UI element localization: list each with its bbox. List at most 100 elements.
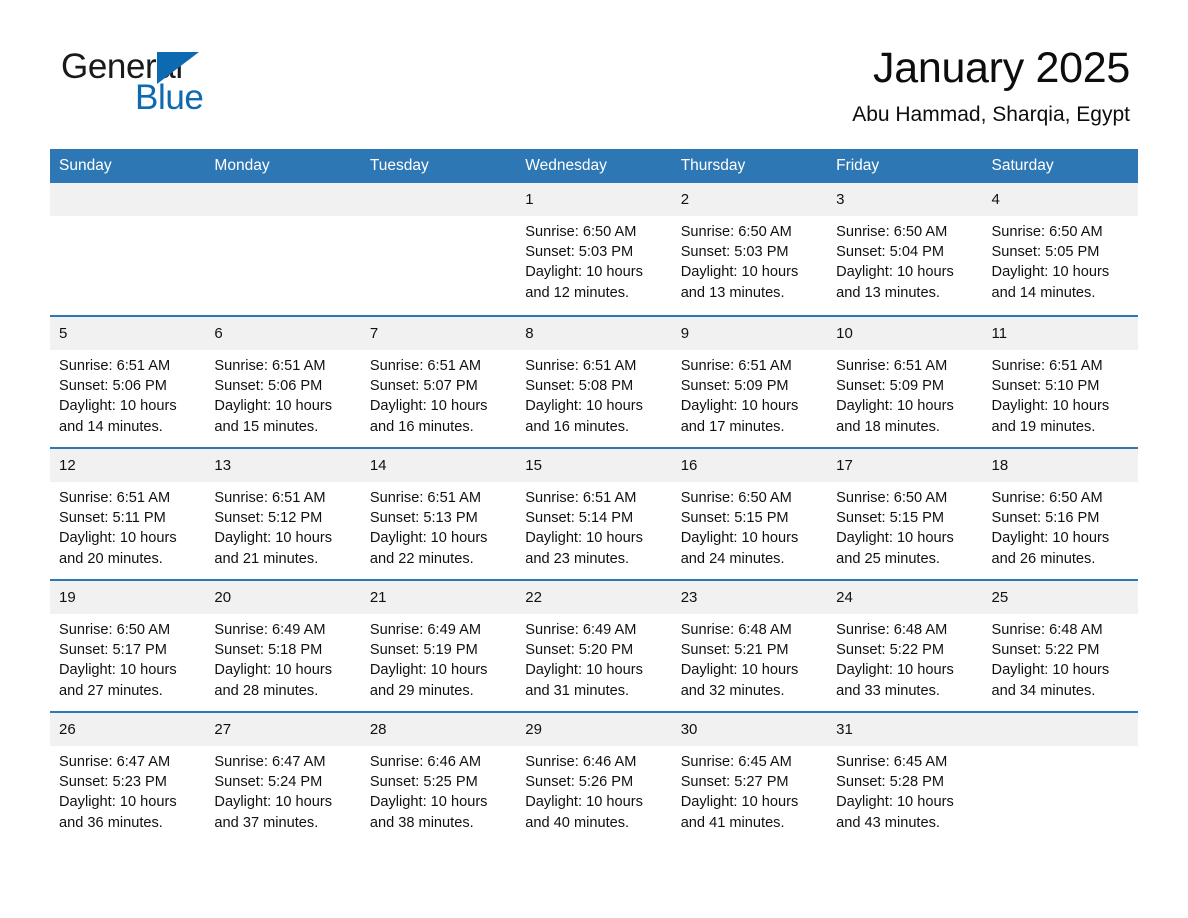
day-number: 13 (205, 448, 361, 482)
day-cell: 31 Sunrise: 6:45 AM Sunset: 5:28 PM Dayl… (827, 710, 983, 843)
day-sun-info: Sunrise: 6:50 AM Sunset: 5:15 PM Dayligh… (836, 489, 954, 567)
day-sun-info: Sunrise: 6:51 AM Sunset: 5:09 PM Dayligh… (680, 357, 799, 435)
day-number: 24 (827, 580, 983, 614)
day-cell: 23 Sunrise: 6:48 AM Sunset: 5:21 PM Dayl… (671, 578, 828, 711)
day-number: 27 (205, 712, 361, 746)
day-sun-info: Sunrise: 6:50 AM Sunset: 5:16 PM Dayligh… (991, 489, 1110, 567)
day-number: 14 (360, 448, 517, 482)
day-number: 7 (360, 316, 517, 350)
day-cell: 5 Sunrise: 6:51 AM Sunset: 5:06 PM Dayli… (50, 314, 206, 447)
day-number: 4 (982, 182, 1138, 216)
weekday-header-friday: Friday (827, 149, 983, 183)
day-sun-info: Sunrise: 6:50 AM Sunset: 5:17 PM Dayligh… (59, 621, 177, 699)
day-sun-info (50, 216, 205, 222)
week-row: 1 Sunrise: 6:50 AM Sunset: 5:03 PM Dayli… (50, 182, 1138, 315)
day-cell: 29 Sunrise: 6:46 AM Sunset: 5:26 PM Dayl… (516, 710, 672, 843)
day-cell: 15 Sunrise: 6:51 AM Sunset: 5:14 PM Dayl… (516, 446, 672, 579)
day-cell: 24 Sunrise: 6:48 AM Sunset: 5:22 PM Dayl… (827, 578, 983, 711)
day-sun-info: Sunrise: 6:51 AM Sunset: 5:10 PM Dayligh… (991, 357, 1110, 435)
weekday-header-saturday: Saturday (982, 149, 1138, 183)
day-number: 21 (360, 580, 517, 614)
day-cell: 8 Sunrise: 6:51 AM Sunset: 5:08 PM Dayli… (516, 314, 672, 447)
day-cell: 14 Sunrise: 6:51 AM Sunset: 5:13 PM Dayl… (360, 446, 517, 579)
day-cell: 25 Sunrise: 6:48 AM Sunset: 5:22 PM Dayl… (982, 578, 1138, 711)
day-sun-info (983, 746, 1138, 752)
day-sun-info: Sunrise: 6:49 AM Sunset: 5:20 PM Dayligh… (525, 621, 643, 699)
day-sun-info: Sunrise: 6:51 AM Sunset: 5:13 PM Dayligh… (369, 489, 488, 567)
day-cell: 2 Sunrise: 6:50 AM Sunset: 5:03 PM Dayli… (671, 182, 828, 315)
day-cell (50, 182, 206, 315)
general-blue-logo: General Blue (58, 42, 288, 117)
day-cell: 22 Sunrise: 6:49 AM Sunset: 5:20 PM Dayl… (516, 578, 672, 711)
day-cell: 18 Sunrise: 6:50 AM Sunset: 5:16 PM Dayl… (982, 446, 1138, 579)
day-number: 22 (516, 580, 672, 614)
day-sun-info: Sunrise: 6:46 AM Sunset: 5:26 PM Dayligh… (525, 753, 643, 831)
week-row: 5 Sunrise: 6:51 AM Sunset: 5:06 PM Dayli… (50, 314, 1138, 447)
day-cell (360, 182, 517, 315)
day-cell: 11 Sunrise: 6:51 AM Sunset: 5:10 PM Dayl… (982, 314, 1138, 447)
day-sun-info: Sunrise: 6:51 AM Sunset: 5:08 PM Dayligh… (525, 357, 643, 435)
weekday-header-row: Sunday Monday Tuesday Wednesday Thursday… (50, 149, 1138, 183)
week-row: 26 Sunrise: 6:47 AM Sunset: 5:23 PM Dayl… (50, 710, 1138, 843)
day-number: 10 (827, 316, 983, 350)
day-number: 18 (982, 448, 1138, 482)
day-number: 31 (827, 712, 983, 746)
day-cell: 16 Sunrise: 6:50 AM Sunset: 5:15 PM Dayl… (671, 446, 828, 579)
day-sun-info: Sunrise: 6:50 AM Sunset: 5:15 PM Dayligh… (680, 489, 799, 567)
day-cell: 27 Sunrise: 6:47 AM Sunset: 5:24 PM Dayl… (205, 710, 361, 843)
day-number: 23 (671, 580, 828, 614)
day-number: 26 (50, 712, 206, 746)
day-sun-info: Sunrise: 6:50 AM Sunset: 5:03 PM Dayligh… (680, 223, 799, 301)
page-header: General Blue January 2025 Abu Hammad, Sh… (0, 0, 1188, 127)
day-sun-info (205, 216, 360, 222)
day-sun-info: Sunrise: 6:50 AM Sunset: 5:05 PM Dayligh… (991, 223, 1110, 301)
day-number: 16 (671, 448, 828, 482)
day-cell: 17 Sunrise: 6:50 AM Sunset: 5:15 PM Dayl… (827, 446, 983, 579)
day-sun-info: Sunrise: 6:48 AM Sunset: 5:21 PM Dayligh… (680, 621, 799, 699)
day-sun-info: Sunrise: 6:49 AM Sunset: 5:18 PM Dayligh… (214, 621, 333, 699)
day-number: 11 (982, 316, 1138, 350)
day-sun-info: Sunrise: 6:46 AM Sunset: 5:25 PM Dayligh… (369, 753, 488, 831)
day-number: 28 (360, 712, 517, 746)
day-cell: 30 Sunrise: 6:45 AM Sunset: 5:27 PM Dayl… (671, 710, 828, 843)
day-number: 19 (50, 580, 206, 614)
logo-text-blue: Blue (135, 78, 204, 117)
day-number (360, 182, 517, 216)
day-sun-info: Sunrise: 6:50 AM Sunset: 5:03 PM Dayligh… (525, 223, 643, 301)
day-sun-info: Sunrise: 6:48 AM Sunset: 5:22 PM Dayligh… (991, 621, 1110, 699)
day-cell (205, 182, 361, 315)
day-cell: 21 Sunrise: 6:49 AM Sunset: 5:19 PM Dayl… (360, 578, 517, 711)
day-number: 8 (516, 316, 672, 350)
day-number: 25 (982, 580, 1138, 614)
day-cell: 12 Sunrise: 6:51 AM Sunset: 5:11 PM Dayl… (50, 446, 206, 579)
day-sun-info: Sunrise: 6:51 AM Sunset: 5:06 PM Dayligh… (59, 357, 177, 435)
day-number: 2 (671, 182, 828, 216)
day-cell: 28 Sunrise: 6:46 AM Sunset: 5:25 PM Dayl… (360, 710, 517, 843)
calendar-page: General Blue January 2025 Abu Hammad, Sh… (0, 0, 1188, 918)
day-cell: 10 Sunrise: 6:51 AM Sunset: 5:09 PM Dayl… (827, 314, 983, 447)
day-number: 3 (827, 182, 983, 216)
week-row: 12 Sunrise: 6:51 AM Sunset: 5:11 PM Dayl… (50, 446, 1138, 579)
weekday-header-wednesday: Wednesday (516, 149, 672, 183)
page-title: January 2025 (873, 44, 1130, 92)
day-cell: 20 Sunrise: 6:49 AM Sunset: 5:18 PM Dayl… (205, 578, 361, 711)
location-subtitle: Abu Hammad, Sharqia, Egypt (852, 103, 1130, 127)
weekday-header-sunday: Sunday (50, 149, 206, 183)
day-cell: 6 Sunrise: 6:51 AM Sunset: 5:06 PM Dayli… (205, 314, 361, 447)
day-sun-info: Sunrise: 6:51 AM Sunset: 5:06 PM Dayligh… (214, 357, 333, 435)
day-cell: 26 Sunrise: 6:47 AM Sunset: 5:23 PM Dayl… (50, 710, 206, 843)
day-number: 17 (827, 448, 983, 482)
month-calendar: Sunday Monday Tuesday Wednesday Thursday… (50, 149, 1138, 842)
day-cell (982, 710, 1138, 843)
day-sun-info: Sunrise: 6:51 AM Sunset: 5:09 PM Dayligh… (836, 357, 954, 435)
day-sun-info: Sunrise: 6:48 AM Sunset: 5:22 PM Dayligh… (836, 621, 954, 699)
day-sun-info: Sunrise: 6:51 AM Sunset: 5:12 PM Dayligh… (214, 489, 333, 567)
day-sun-info: Sunrise: 6:50 AM Sunset: 5:04 PM Dayligh… (836, 223, 954, 301)
day-number (982, 712, 1138, 746)
day-sun-info: Sunrise: 6:45 AM Sunset: 5:27 PM Dayligh… (680, 753, 799, 831)
day-number: 20 (205, 580, 361, 614)
day-number: 6 (205, 316, 361, 350)
day-cell: 4 Sunrise: 6:50 AM Sunset: 5:05 PM Dayli… (982, 182, 1138, 315)
day-sun-info (361, 216, 516, 222)
day-sun-info: Sunrise: 6:45 AM Sunset: 5:28 PM Dayligh… (836, 753, 954, 831)
